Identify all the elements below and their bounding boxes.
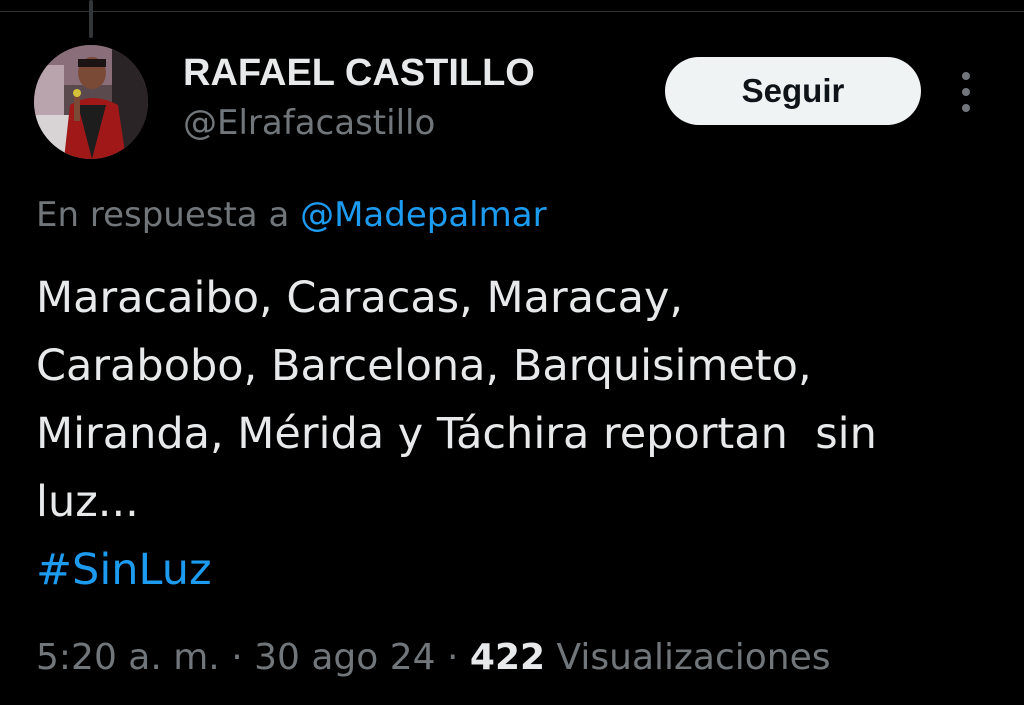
avatar-photo	[34, 45, 148, 159]
reply-prefix: En respuesta a	[36, 195, 290, 235]
tweet-text-line: luz...	[36, 477, 139, 527]
views-count: 422	[469, 637, 546, 678]
top-divider	[0, 0, 1024, 12]
tweet-time[interactable]: 5:20 a. m.	[36, 637, 220, 678]
hashtag-link[interactable]: #SinLuz	[36, 536, 996, 604]
avatar[interactable]	[34, 45, 148, 159]
tweet-date[interactable]: 30 ago 24	[254, 637, 435, 678]
tweet-text-line: Maracaibo, Caracas, Maracay,	[36, 273, 684, 323]
follow-button[interactable]: Seguir	[665, 57, 921, 125]
meta-separator: ·	[231, 637, 243, 678]
reply-mention-link[interactable]: @Madepalmar	[300, 195, 546, 235]
author-handle[interactable]: @Elrafacastillo	[183, 102, 435, 144]
reply-context: En respuesta a @Madepalmar	[36, 193, 547, 237]
views-label: Visualizaciones	[556, 637, 831, 678]
tweet-text-line: Carabobo, Barcelona, Barquisimeto,	[36, 341, 812, 391]
thread-connector-line	[89, 0, 93, 38]
tweet-metadata: 5:20 a. m. · 30 ago 24 · 422 Visualizaci…	[36, 630, 831, 686]
meta-separator: ·	[447, 637, 459, 678]
more-vertical-icon[interactable]	[950, 70, 984, 114]
tweet-text-line: Miranda, Mérida y Táchira reportan sin	[36, 409, 877, 459]
tweet-text: Maracaibo, Caracas, Maracay, Carabobo, B…	[36, 264, 996, 604]
author-display-name[interactable]: RAFAEL CASTILLO	[183, 50, 535, 96]
